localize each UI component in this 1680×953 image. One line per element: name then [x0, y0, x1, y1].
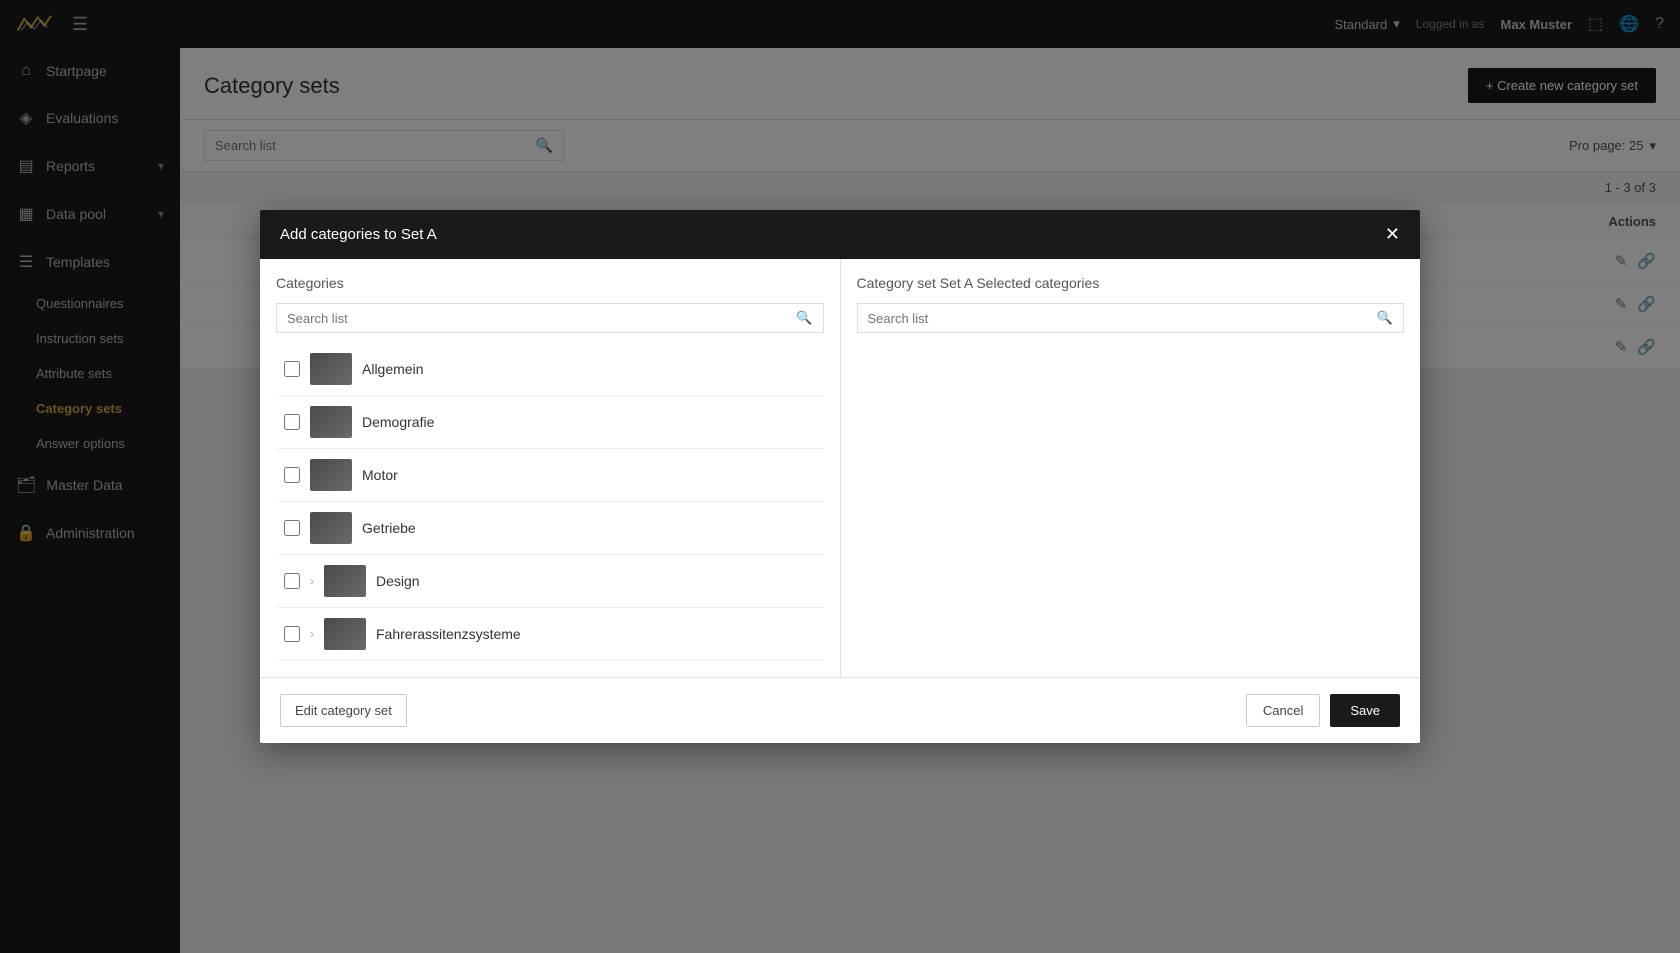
right-search-input[interactable]: [868, 311, 1377, 326]
edit-category-set-button[interactable]: Edit category set: [280, 694, 407, 727]
modal-footer: Edit category set Cancel Save: [260, 677, 1420, 743]
modal-right-panel: Category set Set A Selected categories 🔍: [841, 259, 1421, 677]
modal-title: Add categories to Set A: [280, 226, 437, 243]
category-name: Allgemein: [362, 361, 423, 377]
modal-body: Categories 🔍 Allgemein: [260, 259, 1420, 677]
category-checkbox-fahrerassitenzsysteme[interactable]: [284, 626, 300, 642]
category-thumbnail: [310, 459, 352, 491]
left-section-title: Categories: [276, 275, 824, 291]
category-checkbox-motor[interactable]: [284, 467, 300, 483]
modal-header: Add categories to Set A ✕: [260, 210, 1420, 259]
category-name: Fahrerassitenzsysteme: [376, 626, 521, 642]
cancel-button[interactable]: Cancel: [1246, 694, 1320, 727]
modal-left-panel: Categories 🔍 Allgemein: [260, 259, 841, 677]
list-item: Motor: [276, 449, 824, 502]
category-thumbnail: [310, 406, 352, 438]
search-icon: 🔍: [1377, 310, 1393, 326]
list-item: › Design: [276, 555, 824, 608]
list-item: Demografie: [276, 396, 824, 449]
right-section-title: Category set Set A Selected categories: [857, 275, 1405, 291]
left-search-input[interactable]: [287, 311, 796, 326]
category-checkbox-allgemein[interactable]: [284, 361, 300, 377]
category-thumbnail: [310, 353, 352, 385]
category-name: Demografie: [362, 414, 434, 430]
category-checkbox-design[interactable]: [284, 573, 300, 589]
category-checkbox-demografie[interactable]: [284, 414, 300, 430]
save-button[interactable]: Save: [1330, 694, 1400, 727]
add-categories-modal: Add categories to Set A ✕ Categories 🔍: [260, 210, 1420, 743]
category-thumbnail: [310, 512, 352, 544]
close-button[interactable]: ✕: [1385, 224, 1400, 245]
left-search-box: 🔍: [276, 303, 824, 333]
chevron-right-icon[interactable]: ›: [310, 574, 314, 588]
chevron-right-icon[interactable]: ›: [310, 627, 314, 641]
category-list: Allgemein Demografie: [276, 343, 824, 661]
category-name: Getriebe: [362, 520, 416, 536]
modal-footer-right: Cancel Save: [1246, 694, 1400, 727]
list-item: › Fahrerassitenzsysteme: [276, 608, 824, 661]
category-thumbnail: [324, 618, 366, 650]
category-checkbox-getriebe[interactable]: [284, 520, 300, 536]
list-item: Getriebe: [276, 502, 824, 555]
right-search-box: 🔍: [857, 303, 1405, 333]
category-name: Design: [376, 573, 420, 589]
category-name: Motor: [362, 467, 398, 483]
search-icon: 🔍: [796, 310, 812, 326]
category-thumbnail: [324, 565, 366, 597]
modal-overlay: Add categories to Set A ✕ Categories 🔍: [0, 0, 1680, 953]
list-item: Allgemein: [276, 343, 824, 396]
